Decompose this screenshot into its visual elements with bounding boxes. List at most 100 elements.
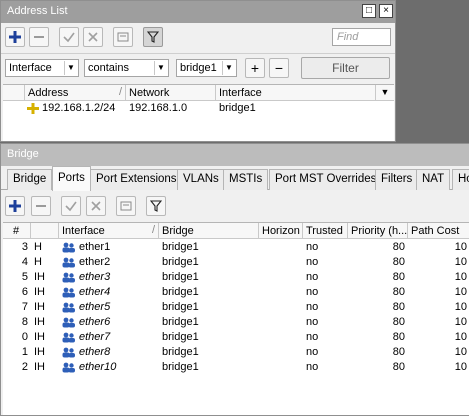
number-cell: 6 [21,286,28,298]
interface-cell: ether10 [79,361,117,373]
header-flags[interactable] [31,223,59,238]
table-row[interactable]: 0 IH ether7 bridge1 no 80 10 [3,330,469,345]
find-input[interactable]: Find [332,28,391,46]
maximize-button[interactable]: □ [362,4,376,18]
ports-table-header: # Interface / Bridge Horizon Trusted Pri… [3,223,469,239]
header-interface[interactable]: Interface [216,85,376,100]
column-menu-button[interactable]: ▼ [376,85,394,100]
table-row[interactable]: 8 IH ether6 bridge1 no 80 10 [3,315,469,330]
filter-remove-label: − [274,60,284,76]
bridge-cell: bridge1 [162,316,199,328]
tab-ports[interactable]: Ports [52,166,91,191]
find-placeholder: Find [337,31,359,43]
remove-button[interactable] [29,27,49,47]
header-interface[interactable]: Interface / [59,223,159,238]
chevron-down-icon: ▼ [154,61,167,75]
filter-operator-value: contains [88,62,129,74]
comment-icon [117,32,129,42]
path-cost-cell: 10 [454,301,467,313]
ports-table: # Interface / Bridge Horizon Trusted Pri… [3,222,469,415]
path-cost-cell: 10 [454,286,467,298]
flags-cell: IH [34,316,45,328]
apply-filter-button[interactable]: Filter [301,57,390,79]
address-list-titlebar[interactable]: Address List □ × [1,1,395,23]
comment-button[interactable] [116,196,136,216]
filter-toggle-button[interactable] [143,27,163,47]
interface-cell: ether5 [79,301,111,313]
number-cell: 3 [21,241,28,253]
interface-cell: ether2 [79,256,111,268]
tab-nat[interactable]: NAT [416,169,451,190]
table-row[interactable]: 6 IH ether4 bridge1 no 80 10 [3,285,469,300]
add-button[interactable] [5,27,25,47]
tab-vlans[interactable]: VLANs [177,169,225,190]
filter-value-select[interactable]: bridge1 ▼ [176,59,237,77]
interface-icon [61,240,76,255]
horizon-cell [259,240,303,255]
flags-cell: IH [34,271,45,283]
filter-add-button[interactable]: + [245,58,265,78]
tab-bridge[interactable]: Bridge [7,169,53,190]
table-row[interactable]: 7 IH ether5 bridge1 no 80 10 [3,300,469,315]
filter-remove-button[interactable]: − [269,58,289,78]
sort-icon: / [151,224,155,236]
sort-icon: / [118,86,122,98]
table-row[interactable]: 5 IH ether3 bridge1 no 80 10 [3,270,469,285]
tab-hosts[interactable]: Ho [452,169,469,190]
header-bridge[interactable]: Bridge [159,223,259,238]
interface-cell: ether1 [79,241,111,253]
comment-icon [120,201,132,211]
tab-mstis[interactable]: MSTIs [223,169,269,190]
flags-cell: H [34,256,42,268]
path-cost-cell: 10 [454,331,467,343]
remove-button[interactable] [31,196,51,216]
enable-button[interactable] [59,27,79,47]
tab-port-extensions[interactable]: Port Extensions [90,169,183,190]
bridge-toolbar [1,194,469,220]
table-row[interactable]: 192.168.1.2/24 192.168.1.0 bridge1 [3,101,394,116]
flags-cell: IH [34,301,45,313]
header-priority[interactable]: Priority (h... [348,223,408,238]
header-spacer [3,85,25,100]
table-row[interactable]: 3 Hether1 bridge1 no 80 10 [3,240,469,255]
bridge-cell: bridge1 [162,301,199,313]
filter-field-select[interactable]: Interface ▼ [5,59,79,77]
priority-cell: 80 [392,361,405,373]
filter-operator-select[interactable]: contains ▼ [84,59,169,77]
enable-button[interactable] [61,196,81,216]
close-button[interactable]: × [379,4,393,18]
header-path-cost[interactable]: Path Cost [408,223,469,238]
table-row[interactable]: 1 IH ether8 bridge1 no 80 10 [3,345,469,360]
bridge-titlebar[interactable]: Bridge [1,144,469,166]
header-horizon[interactable]: Horizon [259,223,303,238]
add-button[interactable] [5,196,25,216]
priority-cell: 80 [392,286,405,298]
trusted-cell: no [306,256,319,268]
horizon-cell [259,300,303,315]
disable-button[interactable] [86,196,106,216]
tab-filters[interactable]: Filters [375,169,419,190]
path-cost-cell: 10 [454,241,467,253]
address-list-window: Address List □ × Find Interface ▼ contai… [0,0,396,142]
table-row[interactable]: 2 IH ether10 bridge1 no 80 10 [3,360,469,375]
flags-cell: IH [34,361,45,373]
filter-add-label: + [250,60,260,76]
disable-button[interactable] [83,27,103,47]
cross-icon [88,32,98,42]
comment-button[interactable] [113,27,133,47]
interface-icon [61,360,76,375]
bridge-cell: bridge1 [162,271,199,283]
header-trusted[interactable]: Trusted [303,223,348,238]
address-plus-icon [27,103,39,114]
tab-port-mst-overrides[interactable]: Port MST Overrides [269,169,383,190]
header-address[interactable]: Address / [25,85,126,100]
header-network[interactable]: Network [126,85,216,100]
apply-filter-label: Filter [332,61,359,75]
table-row[interactable]: 4 Hether2 bridge1 no 80 10 [3,255,469,270]
trusted-cell: no [306,316,319,328]
chevron-down-icon: ▼ [64,61,77,75]
filter-toggle-button[interactable] [146,196,166,216]
header-number[interactable]: # [3,223,31,238]
flags-cell: H [34,241,42,253]
horizon-cell [259,330,303,345]
